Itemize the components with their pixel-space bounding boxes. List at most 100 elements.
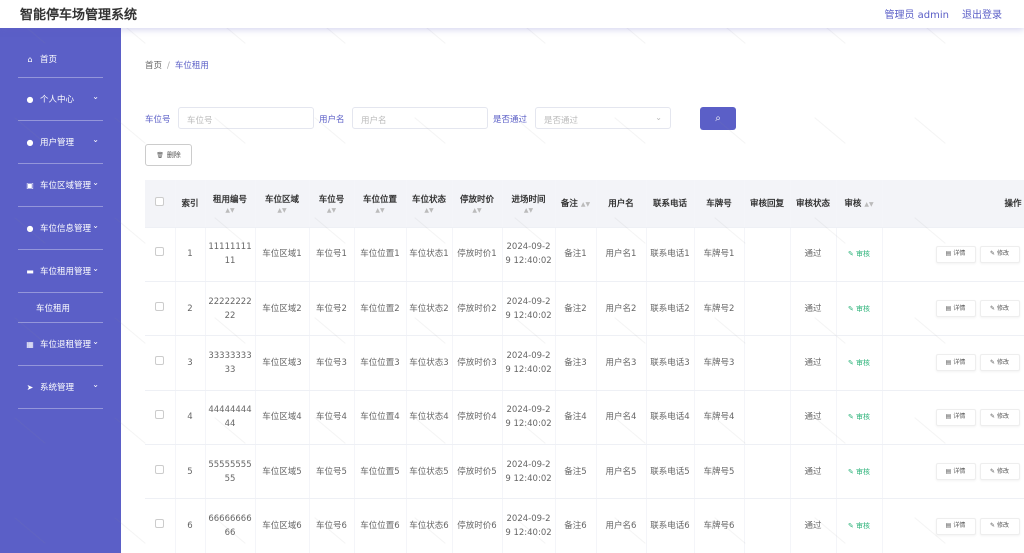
sort-icon[interactable]: ▲▼ bbox=[864, 201, 873, 208]
breadcrumb-home[interactable]: 首页 bbox=[145, 61, 162, 71]
column-header[interactable]: 停放时价 ▲▼ bbox=[452, 180, 503, 228]
edit-icon: ✎ bbox=[989, 304, 995, 312]
detail-button[interactable]: ▤ 详情 bbox=[935, 408, 976, 426]
column-header[interactable]: 用户名 bbox=[596, 180, 647, 228]
detail-button[interactable]: ▤ 详情 bbox=[935, 517, 976, 535]
audit-link[interactable]: ✎ 审核 bbox=[848, 359, 870, 367]
column-header[interactable]: 索引 bbox=[175, 180, 206, 228]
row-checkbox[interactable] bbox=[155, 301, 165, 311]
column-header[interactable]: 车位位置 ▲▼ bbox=[354, 180, 407, 228]
sort-icon[interactable]: ▲▼ bbox=[505, 207, 553, 214]
select-all-checkbox[interactable] bbox=[155, 197, 165, 207]
column-header[interactable]: 租用编号 ▲▼ bbox=[205, 180, 256, 228]
sidebar-subitem-parking-rental[interactable]: 车位租用 bbox=[18, 293, 103, 323]
logout-link[interactable]: 退出登录 bbox=[962, 6, 1002, 21]
search-button[interactable]: ⌕ bbox=[700, 107, 736, 130]
edit-button[interactable]: ✎ 修改 bbox=[979, 463, 1020, 481]
edit-button[interactable]: ✎ 修改 bbox=[979, 517, 1020, 535]
row-checkbox[interactable] bbox=[155, 355, 165, 365]
cell-remark: 备注2 bbox=[555, 281, 597, 337]
edit-button[interactable]: ✎ 修改 bbox=[979, 245, 1020, 263]
sidebar-item[interactable]: ▣ 车位区域管理 ⌄ bbox=[18, 164, 103, 207]
audit-link[interactable]: ✎ 审核 bbox=[848, 413, 870, 421]
audit-link[interactable]: ✎ 审核 bbox=[848, 522, 870, 530]
cell-rent-no: 6666666666 bbox=[205, 498, 256, 553]
column-header[interactable]: 备注 ▲▼ bbox=[555, 180, 597, 228]
pass-status-select[interactable]: 是否通过 ⌄ bbox=[535, 107, 671, 129]
sidebar-item[interactable]: ● 车位信息管理 ⌄ bbox=[18, 207, 103, 250]
sidebar-item[interactable]: ▬ 车位租用管理 ⌄ bbox=[18, 250, 103, 293]
cell-area: 车位区域1 bbox=[255, 227, 310, 282]
row-checkbox[interactable] bbox=[155, 247, 165, 257]
column-header[interactable]: 车位状态 ▲▼ bbox=[406, 180, 453, 228]
operations-cell: ▤ 详情 ✎ 修改 bbox=[882, 390, 1024, 446]
edit-button-label: 修改 bbox=[997, 250, 1010, 258]
edit-button[interactable]: ✎ 修改 bbox=[979, 300, 1020, 318]
cell-area: 车位区域4 bbox=[255, 390, 310, 446]
column-header[interactable]: 车位区域 ▲▼ bbox=[255, 180, 310, 228]
sort-icon[interactable]: ▲▼ bbox=[258, 207, 307, 214]
audit-link[interactable]: ✎ 审核 bbox=[848, 250, 870, 258]
column-header-label: 车位位置 bbox=[362, 194, 397, 205]
sidebar-item[interactable]: ⌂ 首页 bbox=[18, 41, 103, 78]
spot-number-input[interactable]: 车位号 bbox=[178, 107, 314, 129]
sort-icon[interactable]: ▲▼ bbox=[455, 207, 500, 214]
username-input[interactable]: 用户名 bbox=[352, 107, 488, 129]
column-header[interactable]: 车牌号 bbox=[694, 180, 745, 228]
edit-button[interactable]: ✎ 修改 bbox=[979, 408, 1020, 426]
sort-icon[interactable]: ▲▼ bbox=[409, 207, 450, 214]
table-body: 1 1111111111 车位区域1 车位号1 车位位置1 车位状态1 停放时价1 2024-… bbox=[145, 227, 1024, 553]
chevron-down-icon: ⌄ bbox=[92, 178, 99, 187]
cell-phone: 联系电话4 bbox=[646, 390, 695, 446]
cell-entry: 2024-09-29 12:40:02 bbox=[502, 444, 556, 500]
column-header[interactable]: 审核状态 bbox=[790, 180, 837, 228]
pass-status-placeholder: 是否通过 bbox=[544, 116, 579, 126]
sort-icon[interactable]: ▲▼ bbox=[357, 207, 404, 214]
cell-entry: 2024-09-29 12:40:02 bbox=[502, 498, 556, 553]
detail-button[interactable]: ▤ 详情 bbox=[935, 300, 976, 318]
sidebar-item[interactable]: ➤ 系统管理 ⌄ bbox=[18, 366, 103, 409]
sidebar-item[interactable]: ● 个人中心 ⌄ bbox=[18, 78, 103, 121]
sidebar-item[interactable]: ▦ 车位退租管理 ⌄ bbox=[18, 323, 103, 366]
detail-button[interactable]: ▤ 详情 bbox=[935, 354, 976, 372]
cell-area: 车位区域2 bbox=[255, 281, 310, 337]
column-header[interactable]: 审核回复 bbox=[744, 180, 791, 228]
column-header[interactable]: 审核 ▲▼ bbox=[836, 180, 883, 228]
table-row: 5 5555555555 车位区域5 车位号5 车位位置5 车位状态5 停放时价5 2024-… bbox=[145, 444, 1024, 500]
edit-icon: ✎ bbox=[847, 522, 854, 531]
column-header[interactable]: 进场时间 ▲▼ bbox=[502, 180, 556, 228]
cell-index: 1 bbox=[175, 227, 206, 282]
detail-button[interactable]: ▤ 详情 bbox=[935, 245, 976, 263]
audit-link[interactable]: ✎ 审核 bbox=[848, 305, 870, 313]
row-checkbox[interactable] bbox=[155, 464, 165, 474]
audit-cell: ✎ 审核 bbox=[836, 498, 883, 553]
audit-link[interactable]: ✎ 审核 bbox=[848, 468, 870, 476]
sort-icon[interactable]: ▲▼ bbox=[581, 201, 590, 208]
cell-location: 车位位置2 bbox=[354, 281, 407, 337]
cell-spot: 车位号2 bbox=[309, 281, 355, 337]
sidebar-item[interactable]: ● 用户管理 ⌄ bbox=[18, 121, 103, 164]
cell-rent-no: 1111111111 bbox=[205, 227, 256, 282]
column-header[interactable]: 车位号 ▲▼ bbox=[309, 180, 355, 228]
sidebar-item-label: 个人中心 bbox=[40, 95, 75, 105]
sort-icon[interactable]: ▲▼ bbox=[312, 207, 352, 214]
chevron-down-icon: ⌄ bbox=[92, 135, 99, 144]
detail-button-label: 详情 bbox=[953, 304, 966, 312]
chevron-down-icon: ⌄ bbox=[92, 380, 99, 389]
cell-phone: 联系电话3 bbox=[646, 335, 695, 391]
user-icon: ● bbox=[26, 94, 34, 104]
row-checkbox[interactable] bbox=[155, 410, 165, 420]
chevron-down-icon: ⌄ bbox=[92, 337, 99, 346]
sort-icon[interactable]: ▲▼ bbox=[208, 207, 253, 214]
detail-button[interactable]: ▤ 详情 bbox=[935, 463, 976, 481]
row-checkbox[interactable] bbox=[155, 519, 165, 529]
cell-location: 车位位置1 bbox=[354, 227, 407, 282]
edit-icon: ✎ bbox=[989, 467, 995, 475]
column-header[interactable]: 联系电话 bbox=[646, 180, 695, 228]
column-header-label: 备注 bbox=[560, 199, 578, 210]
edit-icon: ✎ bbox=[847, 304, 854, 313]
edit-button[interactable]: ✎ 修改 bbox=[979, 354, 1020, 372]
table-row: 2 2222222222 车位区域2 车位号2 车位位置2 车位状态2 停放时价2 2024-… bbox=[145, 281, 1024, 337]
pass-status-label: 是否通过 bbox=[493, 115, 528, 125]
delete-button[interactable]: 🗑 删除 bbox=[145, 144, 192, 166]
